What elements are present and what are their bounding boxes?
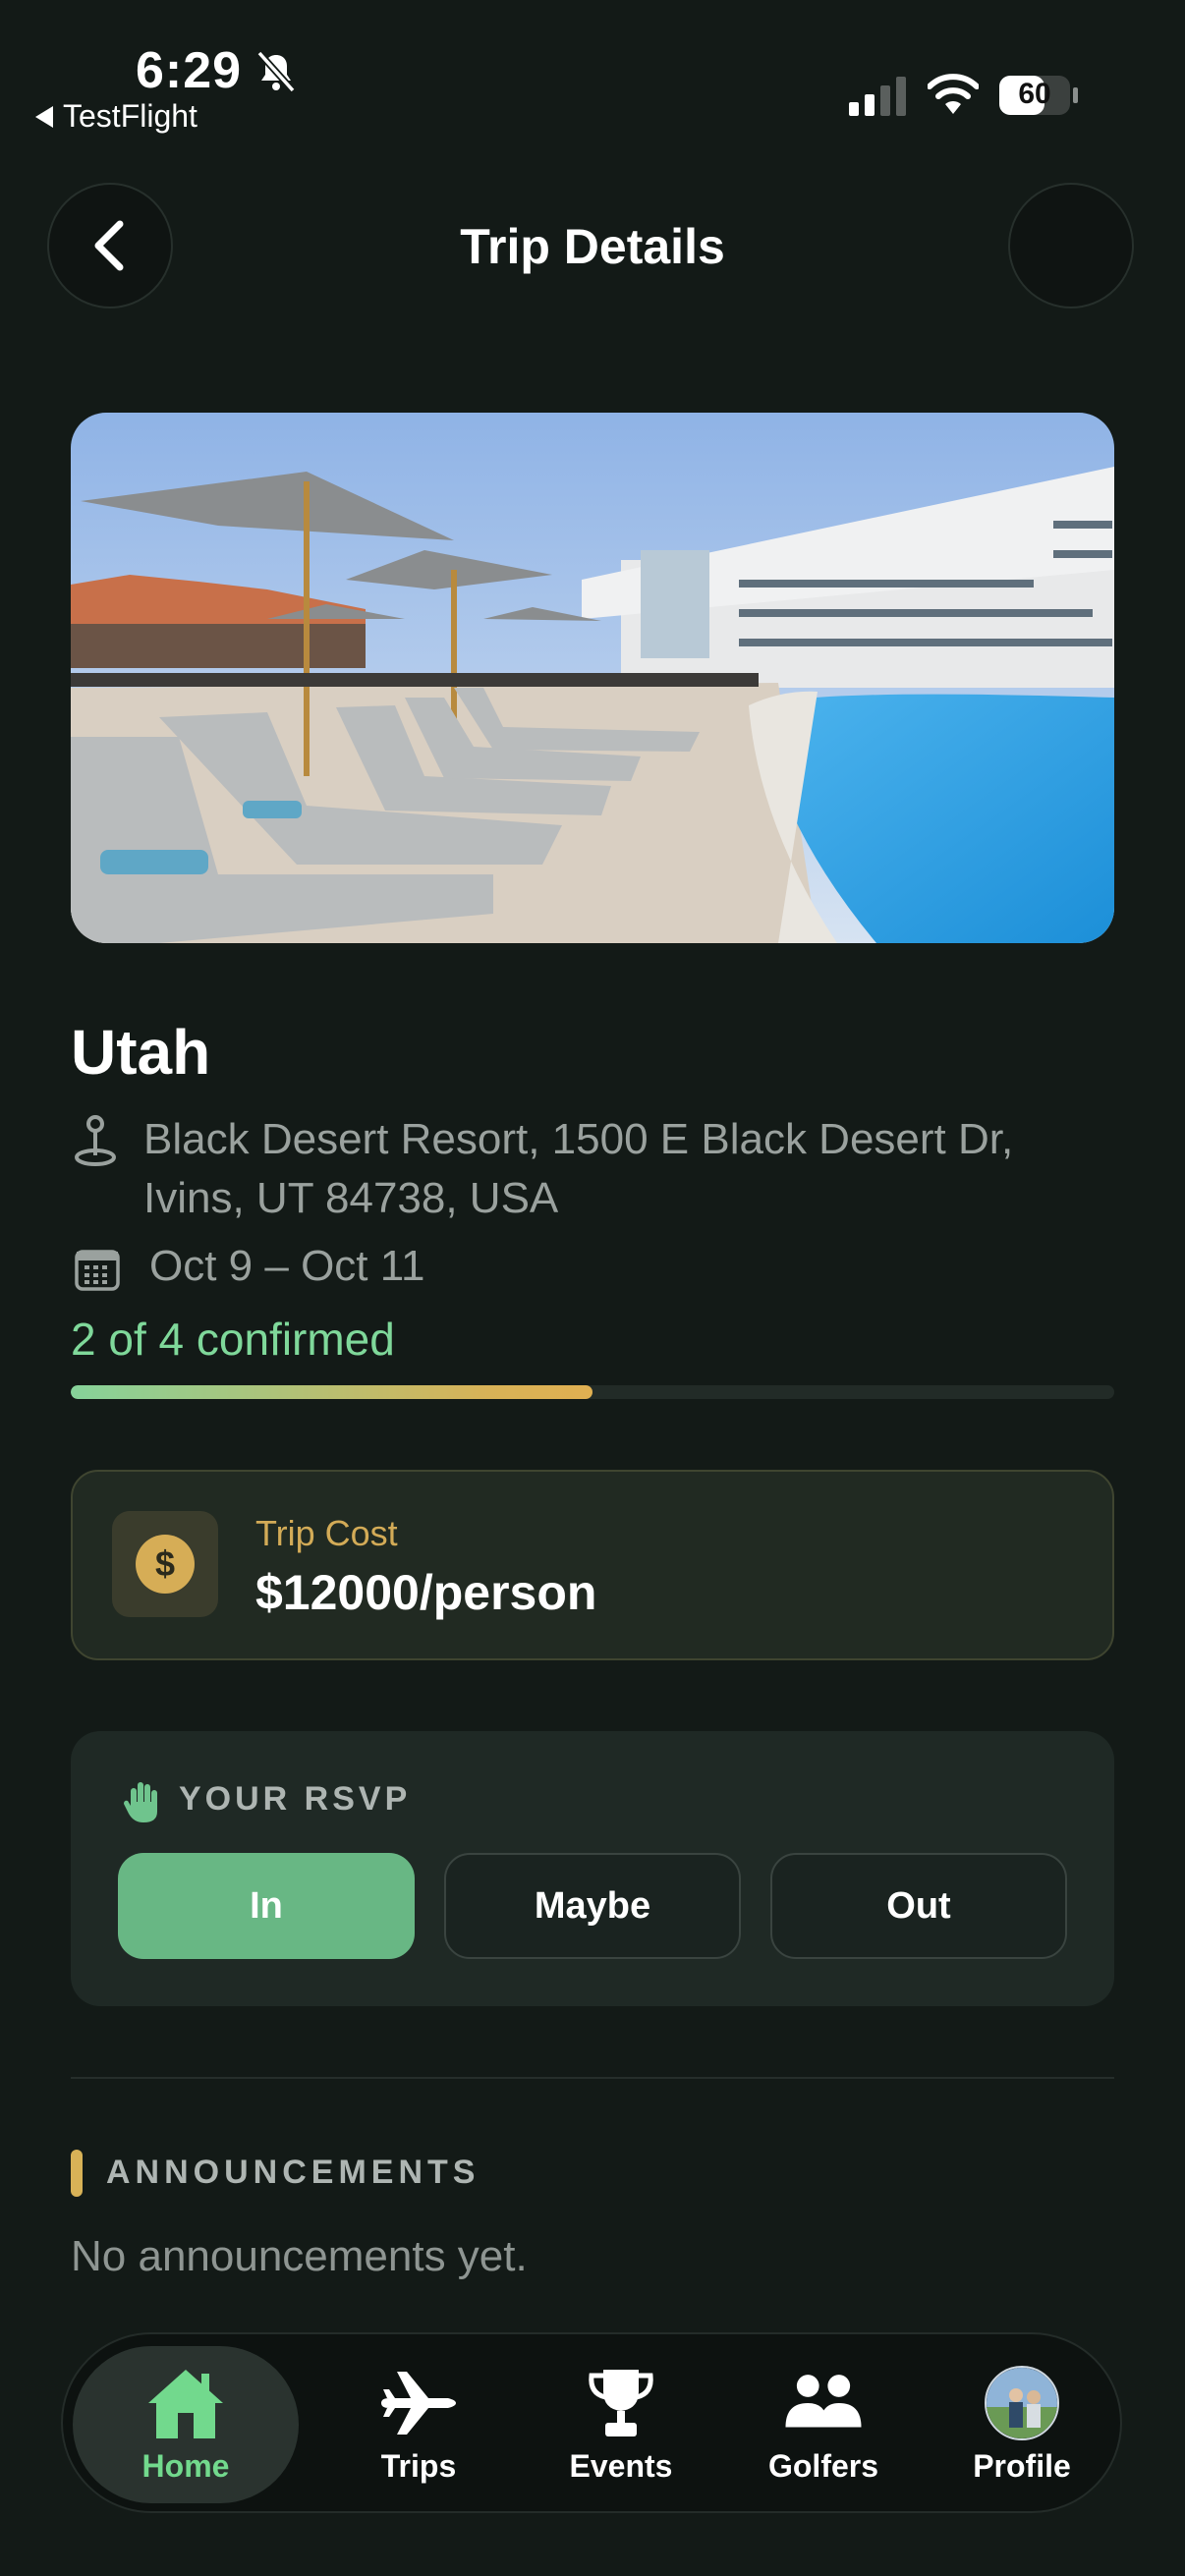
- tab-profile[interactable]: Profile: [924, 2334, 1120, 2515]
- people-icon: [785, 2374, 862, 2427]
- trip-cost-card: $ Trip Cost $12000/person: [71, 1470, 1114, 1660]
- cost-icon-container: $: [112, 1511, 218, 1617]
- back-triangle-icon: [35, 105, 53, 128]
- battery-icon: 60: [998, 75, 1079, 116]
- tab-profile-label: Profile: [973, 2447, 1071, 2484]
- announcements-accent-bar: [71, 2150, 83, 2197]
- avatar: [985, 2365, 1059, 2440]
- battery-percent: 60: [1018, 78, 1051, 110]
- options-button[interactable]: [1008, 183, 1134, 308]
- rsvp-section-label: YOUR RSVP: [179, 1780, 412, 1818]
- status-time: 6:29: [136, 42, 243, 99]
- trip-address[interactable]: Black Desert Resort, 1500 E Black Desert…: [143, 1110, 1087, 1228]
- tab-golfers-label: Golfers: [767, 2447, 879, 2484]
- bottom-tab-bar: Home Trips Events Golfers Profile: [61, 2332, 1122, 2513]
- back-to-app-link[interactable]: TestFlight: [35, 98, 198, 135]
- back-app-label: TestFlight: [63, 98, 198, 134]
- tab-home[interactable]: Home: [73, 2346, 299, 2503]
- tab-events-label: Events: [569, 2447, 673, 2484]
- raised-hand-icon: [124, 1782, 157, 1822]
- bell-slash-icon: [256, 50, 296, 93]
- wifi-icon: [928, 74, 979, 114]
- confirmed-count: 2 of 4 confirmed: [71, 1314, 395, 1365]
- location-pin-icon: [75, 1115, 116, 1166]
- section-divider: [71, 2077, 1114, 2079]
- trip-cost-label: Trip Cost: [255, 1513, 398, 1553]
- tab-trips[interactable]: Trips: [320, 2334, 517, 2515]
- rsvp-out-button[interactable]: Out: [770, 1853, 1067, 1959]
- trip-dates: Oct 9 – Oct 11: [149, 1242, 425, 1290]
- tab-trips-label: Trips: [380, 2447, 457, 2484]
- airplane-icon: [381, 2371, 456, 2435]
- rsvp-in-button[interactable]: In: [118, 1853, 415, 1959]
- announcements-heading: ANNOUNCEMENTS: [106, 2154, 480, 2191]
- calendar-icon: [75, 1250, 120, 1291]
- rsvp-maybe-button[interactable]: Maybe: [444, 1853, 741, 1959]
- cellular-signal-icon: [849, 77, 906, 116]
- tab-golfers[interactable]: Golfers: [725, 2334, 922, 2515]
- announcements-empty-text: No announcements yet.: [71, 2232, 528, 2280]
- confirmed-progress-bar: [71, 1385, 1114, 1399]
- trophy-icon: [589, 2369, 653, 2436]
- trip-name: Utah: [71, 1017, 211, 1088]
- trip-photo: [71, 413, 1114, 943]
- trip-cost-value: $12000/person: [255, 1565, 597, 1620]
- home-icon: [148, 2369, 223, 2438]
- confirmed-progress-fill: [71, 1385, 592, 1399]
- rsvp-card: YOUR RSVP In Maybe Out: [71, 1731, 1114, 2006]
- dollar-coin-icon: $: [136, 1535, 195, 1594]
- tab-events[interactable]: Events: [523, 2334, 719, 2515]
- tab-home-label: Home: [141, 2447, 230, 2484]
